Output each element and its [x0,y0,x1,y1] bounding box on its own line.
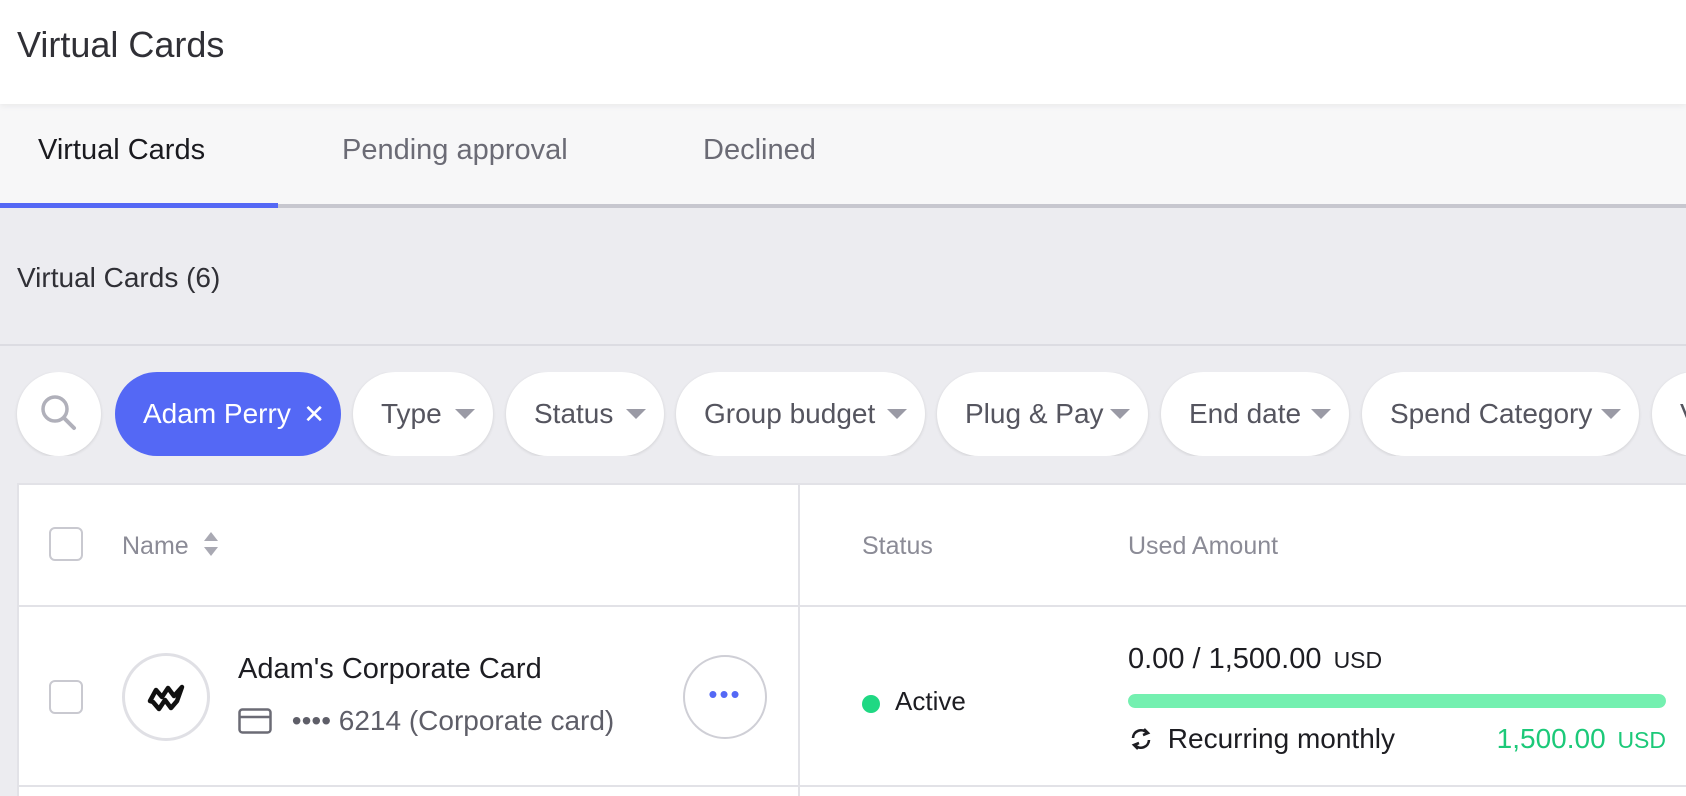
chevron-down-icon [887,409,907,419]
section-title: Virtual Cards (6) [17,262,221,293]
card-name[interactable]: Adam's Corporate Card [238,653,542,686]
column-header-status: Status [862,532,933,560]
recurrence-label: Recurring monthly [1167,723,1395,754]
filter-chip-label: V [1680,398,1686,429]
filter-spend-category[interactable]: Spend Category [1362,372,1639,456]
used-amount-value: 0.00 / 1,500.00 [1128,643,1322,675]
chevron-down-icon [455,409,475,419]
filter-type[interactable]: Type [353,372,493,456]
remaining-amount-value: 1,500.00 [1496,723,1606,754]
filter-chip-label: End date [1189,398,1302,429]
filter-chip-label: Status [534,398,614,429]
chevron-down-icon [1110,409,1130,419]
filter-chip-label: Adam Perry [143,398,291,429]
search-icon [41,395,76,430]
card-meta: •••• 6214 (Corporate card) [238,705,614,741]
table-row[interactable]: Adam's Corporate Card •••• 6214 (Corpora… [19,607,1686,787]
filter-group-budget[interactable]: Group budget [676,372,925,456]
tab-bar: Virtual Cards Pending approval Declined [0,104,1686,208]
top-bar: Virtual Cards [0,0,1686,104]
more-actions-button[interactable]: ••• [683,655,767,739]
chevron-down-icon [626,409,646,419]
filter-bar: Adam Perry ✕ Type Status Group budget Pl… [0,372,1686,456]
close-icon[interactable]: ✕ [303,372,325,456]
filter-chip-label: Group budget [704,398,876,429]
active-tab-indicator [0,203,278,208]
row-checkbox[interactable] [49,680,83,714]
filter-end-date[interactable]: End date [1161,372,1349,456]
usage-progress-bar [1128,694,1666,708]
filter-chip-label: Type [381,398,442,429]
table-header: Name Status Used Amount [19,485,1686,607]
card-number: •••• 6214 [291,705,402,736]
select-all-checkbox[interactable] [49,527,83,561]
remaining-amount: 1,500.00 USD [1497,723,1666,755]
card-logo [122,653,210,741]
tab-virtual-cards[interactable]: Virtual Cards [38,134,205,167]
recurring-icon [1128,726,1154,759]
cards-table: Name Status Used Amount Adam's Corporate… [17,483,1686,796]
filter-chip-label: Plug & Pay [965,398,1104,429]
tab-pending-approval[interactable]: Pending approval [342,134,568,167]
status-label: Active [895,686,966,716]
search-button[interactable] [17,372,101,456]
remaining-amount-currency: USD [1617,727,1666,753]
more-icon: ••• [708,679,742,709]
card-type: (Corporate card) [408,705,615,736]
used-amount: 0.00 / 1,500.00 USD [1128,643,1382,676]
recurrence: Recurring monthly [1128,723,1395,759]
sort-icon[interactable] [204,532,218,560]
column-header-used-amount: Used Amount [1128,532,1279,560]
filter-chip-label: Spend Category [1390,398,1593,429]
filter-chip-adam-perry[interactable]: Adam Perry ✕ [115,372,341,456]
filter-status[interactable]: Status [506,372,664,456]
usage-progress-fill [1128,694,1666,708]
filter-plug-and-pay[interactable]: Plug & Pay [937,372,1148,456]
tab-declined[interactable]: Declined [703,134,816,167]
page-title: Virtual Cards [17,24,225,65]
used-amount-currency: USD [1333,647,1383,673]
chevron-down-icon [1311,409,1331,419]
filter-more[interactable]: V [1652,372,1686,456]
status-indicator [862,695,880,713]
column-header-name[interactable]: Name [122,532,189,561]
section-divider [0,344,1686,346]
credit-card-icon [238,708,272,741]
chevron-down-icon [1601,409,1621,419]
brand-logo-icon [147,684,185,712]
